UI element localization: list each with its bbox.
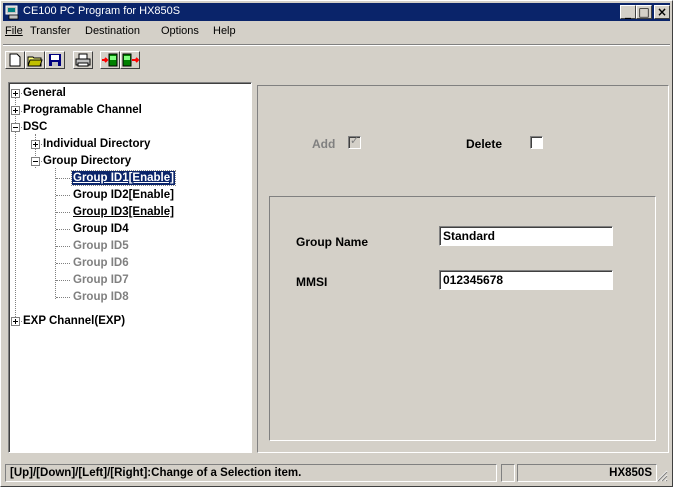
expand-programable-channel-icon[interactable] — [11, 106, 20, 115]
tree-item-group-id2[interactable]: Group ID2[Enable] — [73, 188, 174, 202]
menu-options[interactable]: Options — [161, 25, 199, 37]
group-name-field[interactable]: Standard — [439, 226, 613, 246]
status-bar: [Up]/[Down]/[Left]/[Right]:Change of a S… — [3, 462, 670, 484]
group-name-label: Group Name — [296, 235, 369, 249]
tree-item-exp-channel[interactable]: EXP Channel(EXP) — [23, 314, 125, 328]
new-button[interactable] — [5, 51, 25, 69]
main-window: CE100 PC Program for HX850S _ □ × File T… — [0, 0, 673, 487]
tree-item-group-id5[interactable]: Group ID5 — [73, 239, 129, 253]
tree-item-group-id8[interactable]: Group ID8 — [73, 290, 129, 304]
tree-view[interactable]: General Programable Channel DSC Individu… — [8, 82, 252, 453]
tree-item-group-id3[interactable]: Group ID3[Enable] — [73, 205, 174, 219]
close-icon: × — [656, 5, 668, 19]
save-icon — [49, 54, 61, 66]
download-button[interactable] — [100, 51, 120, 69]
print-button[interactable] — [73, 51, 93, 69]
delete-label: Delete — [466, 137, 503, 151]
upload-button[interactable] — [120, 51, 140, 69]
menu-help[interactable]: Help — [213, 25, 236, 37]
tree-item-programable-channel[interactable]: Programable Channel — [23, 103, 142, 117]
menu-help-label: Help — [213, 25, 236, 37]
menu-destination-label: Destination — [85, 25, 141, 37]
status-hint: [Up]/[Down]/[Left]/[Right]:Change of a S… — [5, 464, 497, 482]
minimize-button[interactable]: _ — [620, 5, 636, 19]
toolbar — [3, 44, 670, 71]
upload-to-radio-icon — [122, 53, 140, 67]
collapse-group-directory-icon[interactable] — [31, 157, 40, 166]
app-icon[interactable] — [5, 4, 21, 20]
menu-destination[interactable]: Destination — [85, 25, 140, 37]
mmsi-field[interactable]: 012345678 — [439, 270, 613, 290]
tree-item-group-directory[interactable]: Group Directory — [43, 154, 131, 168]
expand-individual-directory-icon[interactable] — [31, 140, 40, 149]
window-title: CE100 PC Program for HX850S — [23, 5, 181, 17]
add-checkbox[interactable]: ✓ — [348, 134, 361, 149]
download-from-radio-icon — [102, 53, 118, 67]
status-pane-empty — [501, 464, 515, 482]
expand-general-icon[interactable] — [11, 89, 20, 98]
menu-options-label: Options — [161, 25, 199, 37]
close-button[interactable]: × — [654, 5, 670, 19]
maximize-icon: □ — [638, 5, 650, 19]
tree-item-individual-directory[interactable]: Individual Directory — [43, 137, 150, 151]
new-file-icon — [9, 53, 21, 67]
maximize-button[interactable]: □ — [636, 5, 652, 19]
tree-item-group-id7[interactable]: Group ID7 — [73, 273, 129, 287]
check-mark-icon: ✓ — [350, 134, 360, 147]
print-icon — [75, 53, 91, 67]
open-folder-icon — [27, 56, 43, 67]
add-label: Add — [312, 137, 336, 151]
menu-file[interactable]: File — [5, 25, 23, 37]
delete-checkbox[interactable] — [530, 136, 543, 149]
tree-item-dsc[interactable]: DSC — [23, 120, 47, 134]
expand-exp-channel-icon[interactable] — [11, 317, 20, 326]
tree-item-group-id4[interactable]: Group ID4 — [73, 222, 129, 236]
collapse-dsc-icon[interactable] — [11, 123, 20, 132]
menu-bar: File Transfer Destination Options Help — [3, 22, 670, 41]
tree-item-group-id1[interactable]: Group ID1[Enable] — [71, 170, 176, 186]
open-button[interactable] — [25, 51, 45, 69]
mmsi-label: MMSI — [296, 275, 328, 289]
menu-transfer-label: Transfer — [30, 25, 71, 37]
tree-item-general[interactable]: General — [23, 86, 66, 100]
title-bar[interactable]: CE100 PC Program for HX850S _ □ × — [3, 3, 670, 21]
resize-grip-icon[interactable] — [656, 470, 668, 482]
minimize-icon: _ — [625, 5, 631, 19]
tree-item-group-id6[interactable]: Group ID6 — [73, 256, 129, 270]
status-model: HX850S — [517, 464, 657, 482]
menu-transfer[interactable]: Transfer — [30, 25, 71, 37]
save-button[interactable] — [45, 51, 65, 69]
menu-file-label: File — [5, 25, 23, 37]
